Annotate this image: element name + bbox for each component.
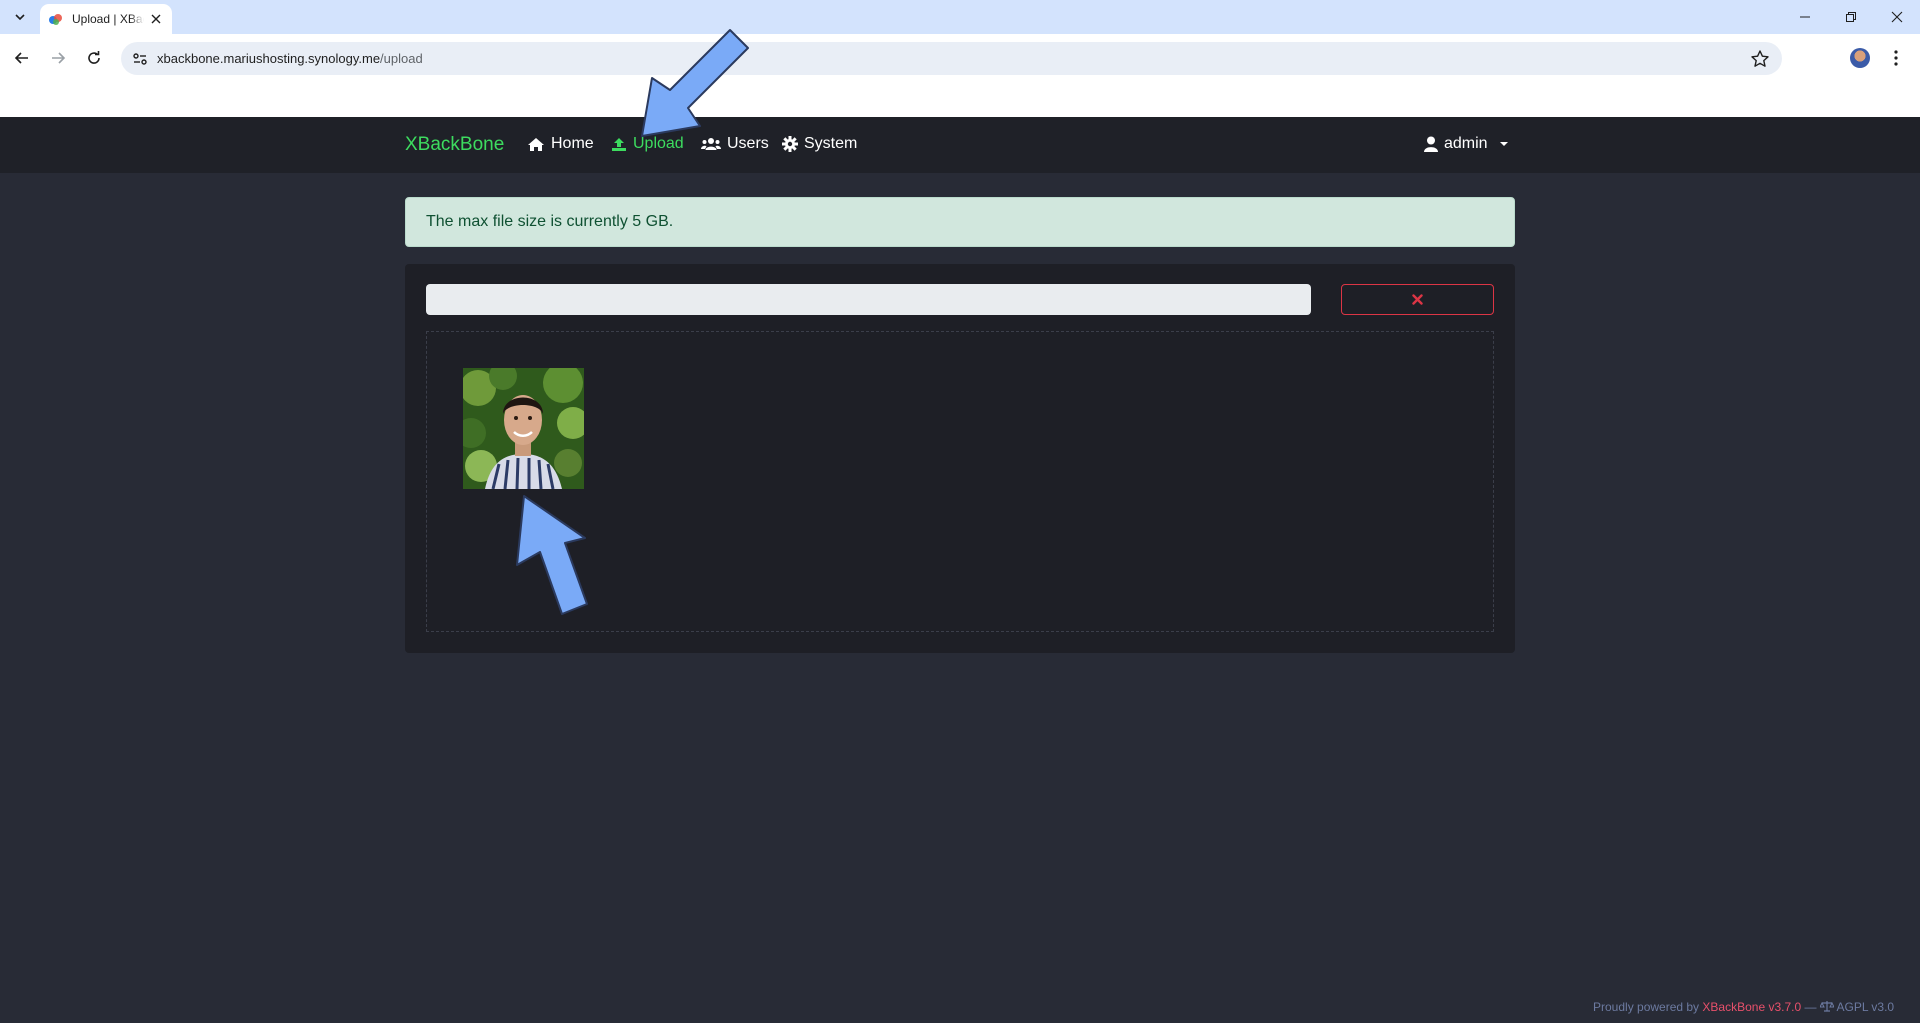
browser-tabstrip: Upload | XBackBone <box>0 0 1920 34</box>
url-path: /upload <box>380 51 423 66</box>
upload-progress-bar <box>426 284 1311 315</box>
annotation-arrow-up <box>516 495 588 615</box>
nav-system[interactable]: System <box>782 135 857 153</box>
back-icon[interactable] <box>7 43 37 73</box>
browser-toolbar: xbackbone.mariushosting.synology.me/uplo… <box>0 34 1920 82</box>
footer-separator: — <box>1804 1000 1817 1014</box>
site-settings-icon[interactable] <box>131 50 149 68</box>
upload-icon <box>612 137 626 151</box>
max-size-alert: The max file size is currently 5 GB. <box>405 197 1515 247</box>
synology-favicon-icon <box>49 14 62 25</box>
caret-down-icon <box>1499 142 1508 146</box>
address-url: xbackbone.mariushosting.synology.me/uplo… <box>157 51 423 66</box>
footer: Proudly powered by XBackBone v3.7.0 — AG… <box>1593 1000 1894 1014</box>
times-icon <box>1412 294 1423 305</box>
cancel-upload-button[interactable] <box>1341 284 1494 315</box>
bookmark-bar <box>0 82 1920 117</box>
url-host: xbackbone.mariushosting.synology.me <box>157 51 381 66</box>
address-bar[interactable]: xbackbone.mariushosting.synology.me/uplo… <box>121 42 1782 75</box>
page-content: XBackBone Home Upload Users System admin… <box>0 117 1920 1023</box>
reload-icon[interactable] <box>79 43 109 73</box>
footer-prefix: Proudly powered by <box>1593 1000 1700 1014</box>
user-icon <box>1424 136 1438 152</box>
balance-scale-icon <box>1819 1001 1835 1012</box>
restore-icon[interactable] <box>1828 0 1874 34</box>
bookmark-star-icon[interactable] <box>1750 49 1770 69</box>
nav-home-label: Home <box>551 135 594 152</box>
window-close-icon[interactable] <box>1874 0 1920 34</box>
nav-home[interactable]: Home <box>527 135 594 153</box>
tab-title: Upload | XBackBone <box>72 12 144 26</box>
chevron-down-icon <box>15 14 25 21</box>
footer-license: AGPL v3.0 <box>1836 1000 1895 1014</box>
tab-close-icon[interactable] <box>148 11 164 27</box>
gear-icon <box>782 136 798 152</box>
browser-menu-icon[interactable] <box>1884 46 1908 70</box>
annotation-arrow-down-left <box>641 29 749 137</box>
minimize-icon[interactable] <box>1782 0 1828 34</box>
tab-search-button[interactable] <box>8 5 32 29</box>
browser-tab-active[interactable]: Upload | XBackBone <box>40 4 172 34</box>
uploaded-image-thumbnail[interactable] <box>463 368 584 489</box>
portrait-photo <box>463 368 584 489</box>
forward-icon[interactable] <box>43 43 73 73</box>
app-navbar: XBackBone Home Upload Users System admin <box>0 117 1920 173</box>
profile-avatar[interactable] <box>1850 48 1870 68</box>
home-icon <box>528 137 544 151</box>
user-dropdown[interactable]: admin <box>1424 135 1508 153</box>
brand-logo[interactable]: XBackBone <box>405 134 504 156</box>
user-name: admin <box>1444 135 1488 152</box>
nav-system-label: System <box>804 135 858 152</box>
alert-text: The max file size is currently 5 GB. <box>426 213 674 230</box>
footer-product-link[interactable]: XBackBone v3.7.0 <box>1702 1000 1801 1014</box>
